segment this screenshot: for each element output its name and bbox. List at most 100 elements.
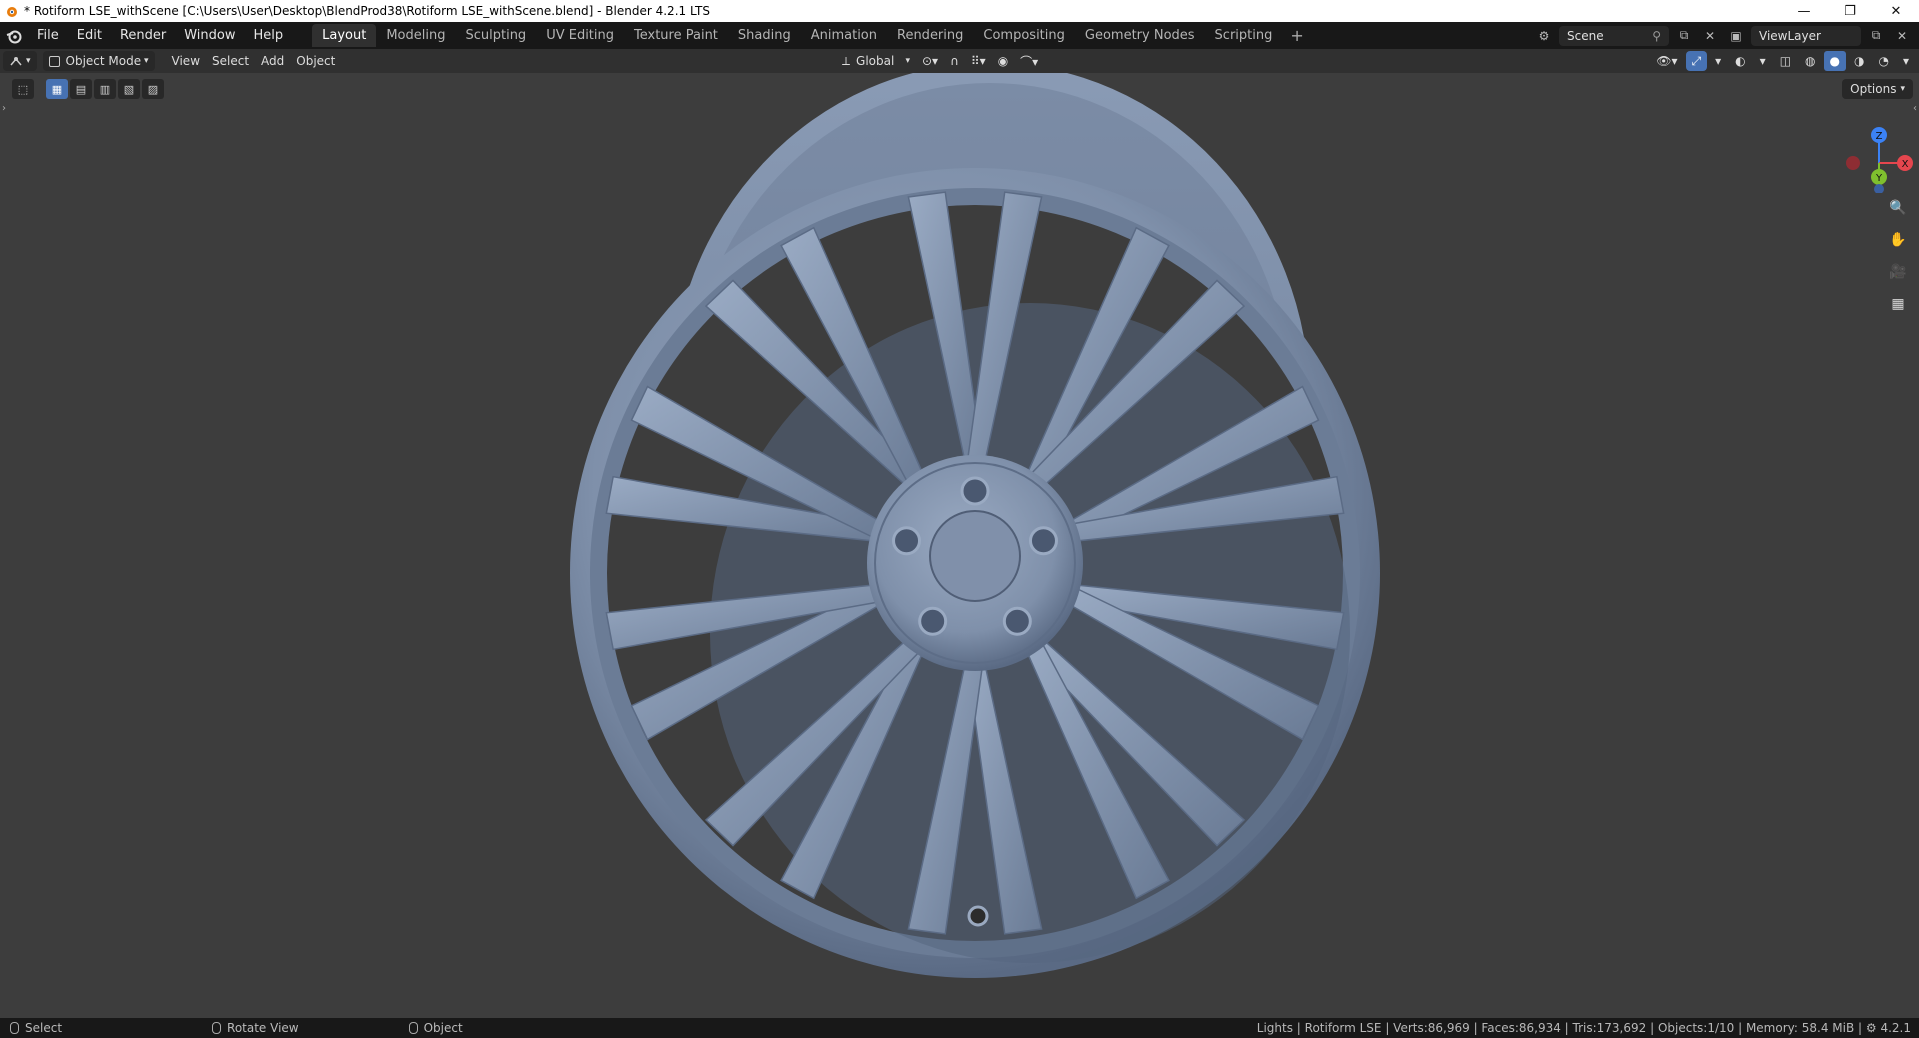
select-subtract-icon[interactable]: ▥ [94, 79, 116, 99]
toolbar-expand-icon[interactable]: › [2, 103, 6, 114]
object-menu[interactable]: Object [290, 51, 341, 71]
select-intersect-icon[interactable]: ▨ [142, 79, 164, 99]
add-menu[interactable]: Add [255, 51, 290, 71]
status-rotate-hint: Rotate View [202, 1021, 299, 1035]
restore-button[interactable]: ❐ [1827, 0, 1873, 22]
select-new-icon[interactable]: ▦ [46, 79, 68, 99]
status-rotate-label: Rotate View [227, 1021, 299, 1035]
tab-texture-paint[interactable]: Texture Paint [624, 24, 728, 47]
scene-stats-text: Lights | Rotiform LSE | Verts:86,969 | F… [1256, 1021, 1866, 1035]
tab-layout[interactable]: Layout [312, 24, 377, 47]
blender-version-icon: ⚙ [1865, 1021, 1877, 1035]
tab-animation[interactable]: Animation [801, 24, 887, 47]
blender-version: 4.2.1 [1880, 1021, 1911, 1035]
status-bar: Select Rotate View Object Lights | Rotif… [0, 1018, 1919, 1038]
delete-view-layer-icon[interactable]: ✕ [1891, 26, 1913, 46]
view-menu[interactable]: View [166, 51, 206, 71]
navigation-gizmo[interactable]: Z X Y [1829, 113, 1919, 193]
delete-scene-icon[interactable]: ✕ [1699, 26, 1721, 46]
tab-shading[interactable]: Shading [728, 24, 801, 47]
object-mode-icon [48, 55, 60, 67]
rendered-shading-icon[interactable]: ◔ [1872, 51, 1894, 71]
select-menu[interactable]: Select [206, 51, 255, 71]
viewport-header: ▾ Object Mode ▾ View Select Add Object ⟂… [0, 49, 1919, 73]
wireframe-shading-icon[interactable]: ◍ [1799, 51, 1821, 71]
overlays-toggle[interactable]: ◐ [1729, 51, 1751, 71]
lug-hole [918, 606, 948, 636]
snap-toggle[interactable]: ∩ [944, 51, 965, 71]
mode-dropdown[interactable]: Object Mode ▾ [42, 51, 155, 71]
right-mouse-icon [408, 1022, 418, 1034]
chevron-down-icon: ▾ [144, 56, 149, 66]
gizmo-toggle[interactable]: ⤢ [1685, 51, 1708, 71]
new-scene-icon[interactable]: ⧉ [1673, 26, 1695, 46]
editor-type-icon [10, 57, 22, 66]
add-workspace-button[interactable]: + [1282, 26, 1311, 45]
3d-viewport[interactable]: ⬚ ▦ ▤ ▥ ▧ ▨ › ‹ Options ▾ Z X Y 🔍 ✋ 🎥 ▦ [0, 73, 1919, 1018]
tab-geometry-nodes[interactable]: Geometry Nodes [1075, 24, 1205, 47]
scene-name: Scene [1567, 28, 1604, 43]
tab-scripting[interactable]: Scripting [1205, 24, 1283, 47]
header-right-tools: 👁▾ ⤢ ▾ ◐ ▾ ◫ ◍ ● ◑ ◔ ▾ [1650, 51, 1915, 71]
window-title: * Rotiform LSE_withScene [C:\Users\User\… [24, 4, 710, 18]
menu-render[interactable]: Render [111, 28, 175, 43]
new-view-layer-icon[interactable]: ⧉ [1865, 26, 1887, 46]
chevron-down-icon: ▾ [1900, 84, 1905, 94]
lug-hole [1028, 526, 1058, 556]
shading-dropdown[interactable]: ▾ [1897, 51, 1915, 71]
view-layer-name: ViewLayer [1759, 28, 1821, 43]
menu-file[interactable]: File [28, 28, 68, 43]
material-shading-icon[interactable]: ◑ [1848, 51, 1870, 71]
perspective-grid-icon[interactable]: ▦ [1885, 291, 1911, 317]
top-bar: File Edit Render Window Help Layout Mode… [0, 22, 1919, 49]
orientation-icon: ⟂ [842, 53, 851, 68]
gizmo-z-label: Z [1876, 131, 1883, 142]
select-invert-icon[interactable]: ▧ [118, 79, 140, 99]
close-button[interactable]: ✕ [1873, 0, 1919, 22]
solid-shading-icon[interactable]: ● [1823, 51, 1846, 71]
menu-help[interactable]: Help [245, 28, 293, 43]
zoom-icon[interactable]: 🔍 [1885, 195, 1911, 221]
tab-rendering[interactable]: Rendering [887, 24, 973, 47]
tab-modeling[interactable]: Modeling [376, 24, 455, 47]
overlays-dropdown[interactable]: ▾ [1754, 51, 1772, 71]
header-center-tools: ⟂ Global ▾ ⊙▾ ∩ ⠿▾ ◉ ⌒▾ [836, 51, 1044, 71]
tab-uv-editing[interactable]: UV Editing [536, 24, 624, 47]
pivot-point-button[interactable]: ⊙▾ [916, 51, 944, 71]
select-tool-icon[interactable]: ⬚ [12, 79, 34, 99]
scene-field[interactable]: Scene ⚲ [1559, 25, 1669, 46]
menu-window[interactable]: Window [175, 28, 244, 43]
minimize-button[interactable]: — [1781, 0, 1827, 22]
transform-orientation-dropdown[interactable]: ⟂ Global ▾ [836, 51, 916, 71]
valve-stem-hole [967, 905, 989, 927]
wheel-model[interactable] [470, 73, 1490, 1018]
gizmo-neg-x-axis[interactable] [1846, 156, 1860, 170]
options-dropdown[interactable]: Options ▾ [1842, 79, 1913, 99]
xray-toggle[interactable]: ◫ [1774, 51, 1797, 71]
pan-hand-icon[interactable]: ✋ [1885, 227, 1911, 253]
view-layer-field[interactable]: ViewLayer [1751, 25, 1861, 46]
proportional-falloff-button[interactable]: ⌒▾ [1014, 51, 1044, 71]
camera-view-icon[interactable]: 🎥 [1885, 259, 1911, 285]
tab-sculpting[interactable]: Sculpting [455, 24, 536, 47]
orientation-label: Global [856, 54, 895, 68]
status-object-hint: Object [399, 1021, 463, 1035]
proportional-edit-toggle[interactable]: ◉ [992, 51, 1014, 71]
gizmo-dropdown[interactable]: ▾ [1709, 51, 1727, 71]
snap-target-button[interactable]: ⠿▾ [965, 51, 992, 71]
chevron-down-icon: ▾ [26, 56, 31, 66]
editor-type-button[interactable]: ▾ [3, 51, 37, 71]
select-extend-icon[interactable]: ▤ [70, 79, 92, 99]
view-layer-type-icon[interactable]: ▣ [1725, 26, 1747, 46]
menu-edit[interactable]: Edit [68, 28, 111, 43]
options-label: Options [1850, 82, 1897, 96]
lug-hole [960, 476, 990, 506]
tab-compositing[interactable]: Compositing [973, 24, 1075, 47]
lug-hole [892, 526, 922, 556]
gizmo-y-label: Y [1875, 173, 1883, 184]
visibility-icon[interactable]: 👁▾ [1650, 51, 1683, 71]
blender-menu-icon[interactable] [0, 28, 28, 44]
pin-icon[interactable]: ⚲ [1652, 29, 1661, 43]
gizmo-neg-z-axis[interactable] [1874, 184, 1884, 193]
scene-type-icon[interactable]: ⚙ [1533, 26, 1555, 46]
